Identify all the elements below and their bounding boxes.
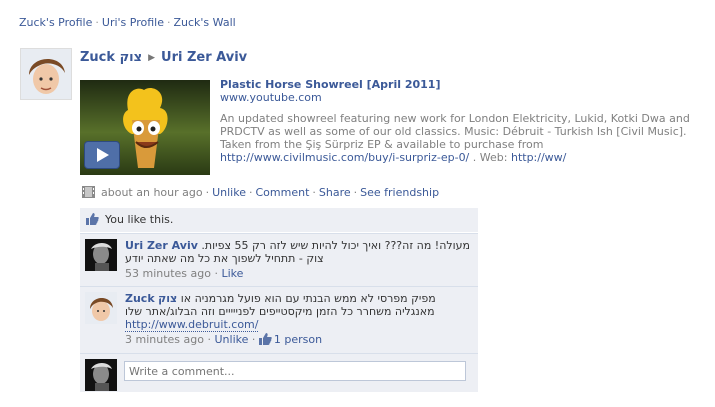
civilmusic-link[interactable]: http://www.civilmusic.com/buy/i-surpriz-…: [220, 151, 469, 164]
comment-time: 3 minutes ago: [125, 333, 204, 346]
video-thumbnail[interactable]: [80, 80, 210, 175]
likes-text: You like this.: [105, 213, 174, 226]
comment-unlike-link[interactable]: Unlike: [214, 333, 248, 346]
nav-uris-profile[interactable]: Uri's Profile: [102, 16, 164, 29]
attachment-info: Plastic Horse Showreel [April 2011] www.…: [220, 78, 707, 164]
commenter-avatar[interactable]: [85, 292, 117, 324]
attachment-title[interactable]: Plastic Horse Showreel [April 2011]: [220, 78, 707, 91]
unlike-link[interactable]: Unlike: [212, 186, 246, 199]
comment-meta: 3 minutes ago · Unlike · 1 person: [125, 333, 323, 346]
comment-item: Uri Zer Aviv מעולה! מה זה??? ואיך יכול ל…: [80, 233, 478, 286]
attachment-domain[interactable]: www.youtube.com: [220, 91, 707, 104]
meta-separator: ·: [312, 186, 316, 199]
target-name[interactable]: Uri Zer Aviv: [161, 50, 247, 65]
top-navigation: Zuck's Profile · Uri's Profile · Zuck's Wall: [19, 16, 236, 29]
comment-author[interactable]: Zuck: [125, 292, 155, 305]
commenter-avatar[interactable]: [85, 239, 117, 271]
description-text: An updated showreel featuring new work f…: [220, 112, 690, 151]
actor-profile-picture[interactable]: [20, 48, 72, 100]
actor-name[interactable]: Zuck צוק: [80, 50, 142, 65]
nav-zucks-wall[interactable]: Zuck's Wall: [173, 16, 235, 29]
comment-time: 53 minutes ago: [125, 267, 211, 280]
nav-separator: ·: [95, 16, 99, 29]
meta-separator: ·: [248, 186, 253, 199]
comment-item: Zuck צוק מפיק מפרסי לא ממש הבנתי עם הוא …: [80, 286, 478, 353]
see-friendship-link[interactable]: See friendship: [360, 186, 439, 199]
play-icon[interactable]: [84, 141, 120, 169]
viewer-avatar: [85, 359, 117, 391]
feedback-box: You like this. Uri Zer Aviv מעולה! מה זה…: [80, 208, 478, 392]
meta-separator: ·: [353, 186, 358, 199]
comment-body: Uri Zer Aviv מעולה! מה זה??? ואיך יכול ל…: [125, 234, 478, 285]
comment-author-hebrew[interactable]: צוק: [158, 292, 177, 305]
comment-meta: 53 minutes ago · Like: [125, 267, 244, 280]
video-film-icon: [82, 186, 95, 198]
thumbs-up-icon: [86, 210, 99, 225]
comment-author[interactable]: Uri Zer Aviv: [125, 239, 198, 252]
likes-row: You like this.: [80, 208, 478, 233]
post-header: Zuck צוק ▶ Uri Zer Aviv: [80, 50, 247, 65]
comment-link[interactable]: Comment: [255, 186, 309, 199]
post-meta: about an hour ago · Unlike · Comment · Share · S…: [82, 186, 439, 199]
comment-composer: [80, 353, 478, 392]
debruit-link[interactable]: http://www.debruit.com/: [125, 318, 259, 332]
comment-likes-count[interactable]: 1 person: [274, 333, 322, 346]
meta-separator: ·: [205, 186, 210, 199]
web-link[interactable]: http://ww/: [511, 151, 566, 164]
nav-separator: ·: [166, 16, 171, 29]
thumbs-up-icon: [258, 333, 272, 345]
arrow-right-icon: ▶: [148, 53, 156, 63]
comment-like-link[interactable]: Like: [221, 267, 243, 280]
attachment-description: An updated showreel featuring new work f…: [220, 112, 707, 164]
comment-input[interactable]: [124, 361, 466, 381]
post-time[interactable]: about an hour ago: [101, 186, 203, 199]
description-tail: . Web:: [472, 151, 508, 164]
nav-zucks-profile[interactable]: Zuck's Profile: [19, 16, 92, 29]
comment-body: Zuck צוק מפיק מפרסי לא ממש הבנתי עם הוא …: [125, 287, 478, 351]
share-link[interactable]: Share: [319, 186, 351, 199]
